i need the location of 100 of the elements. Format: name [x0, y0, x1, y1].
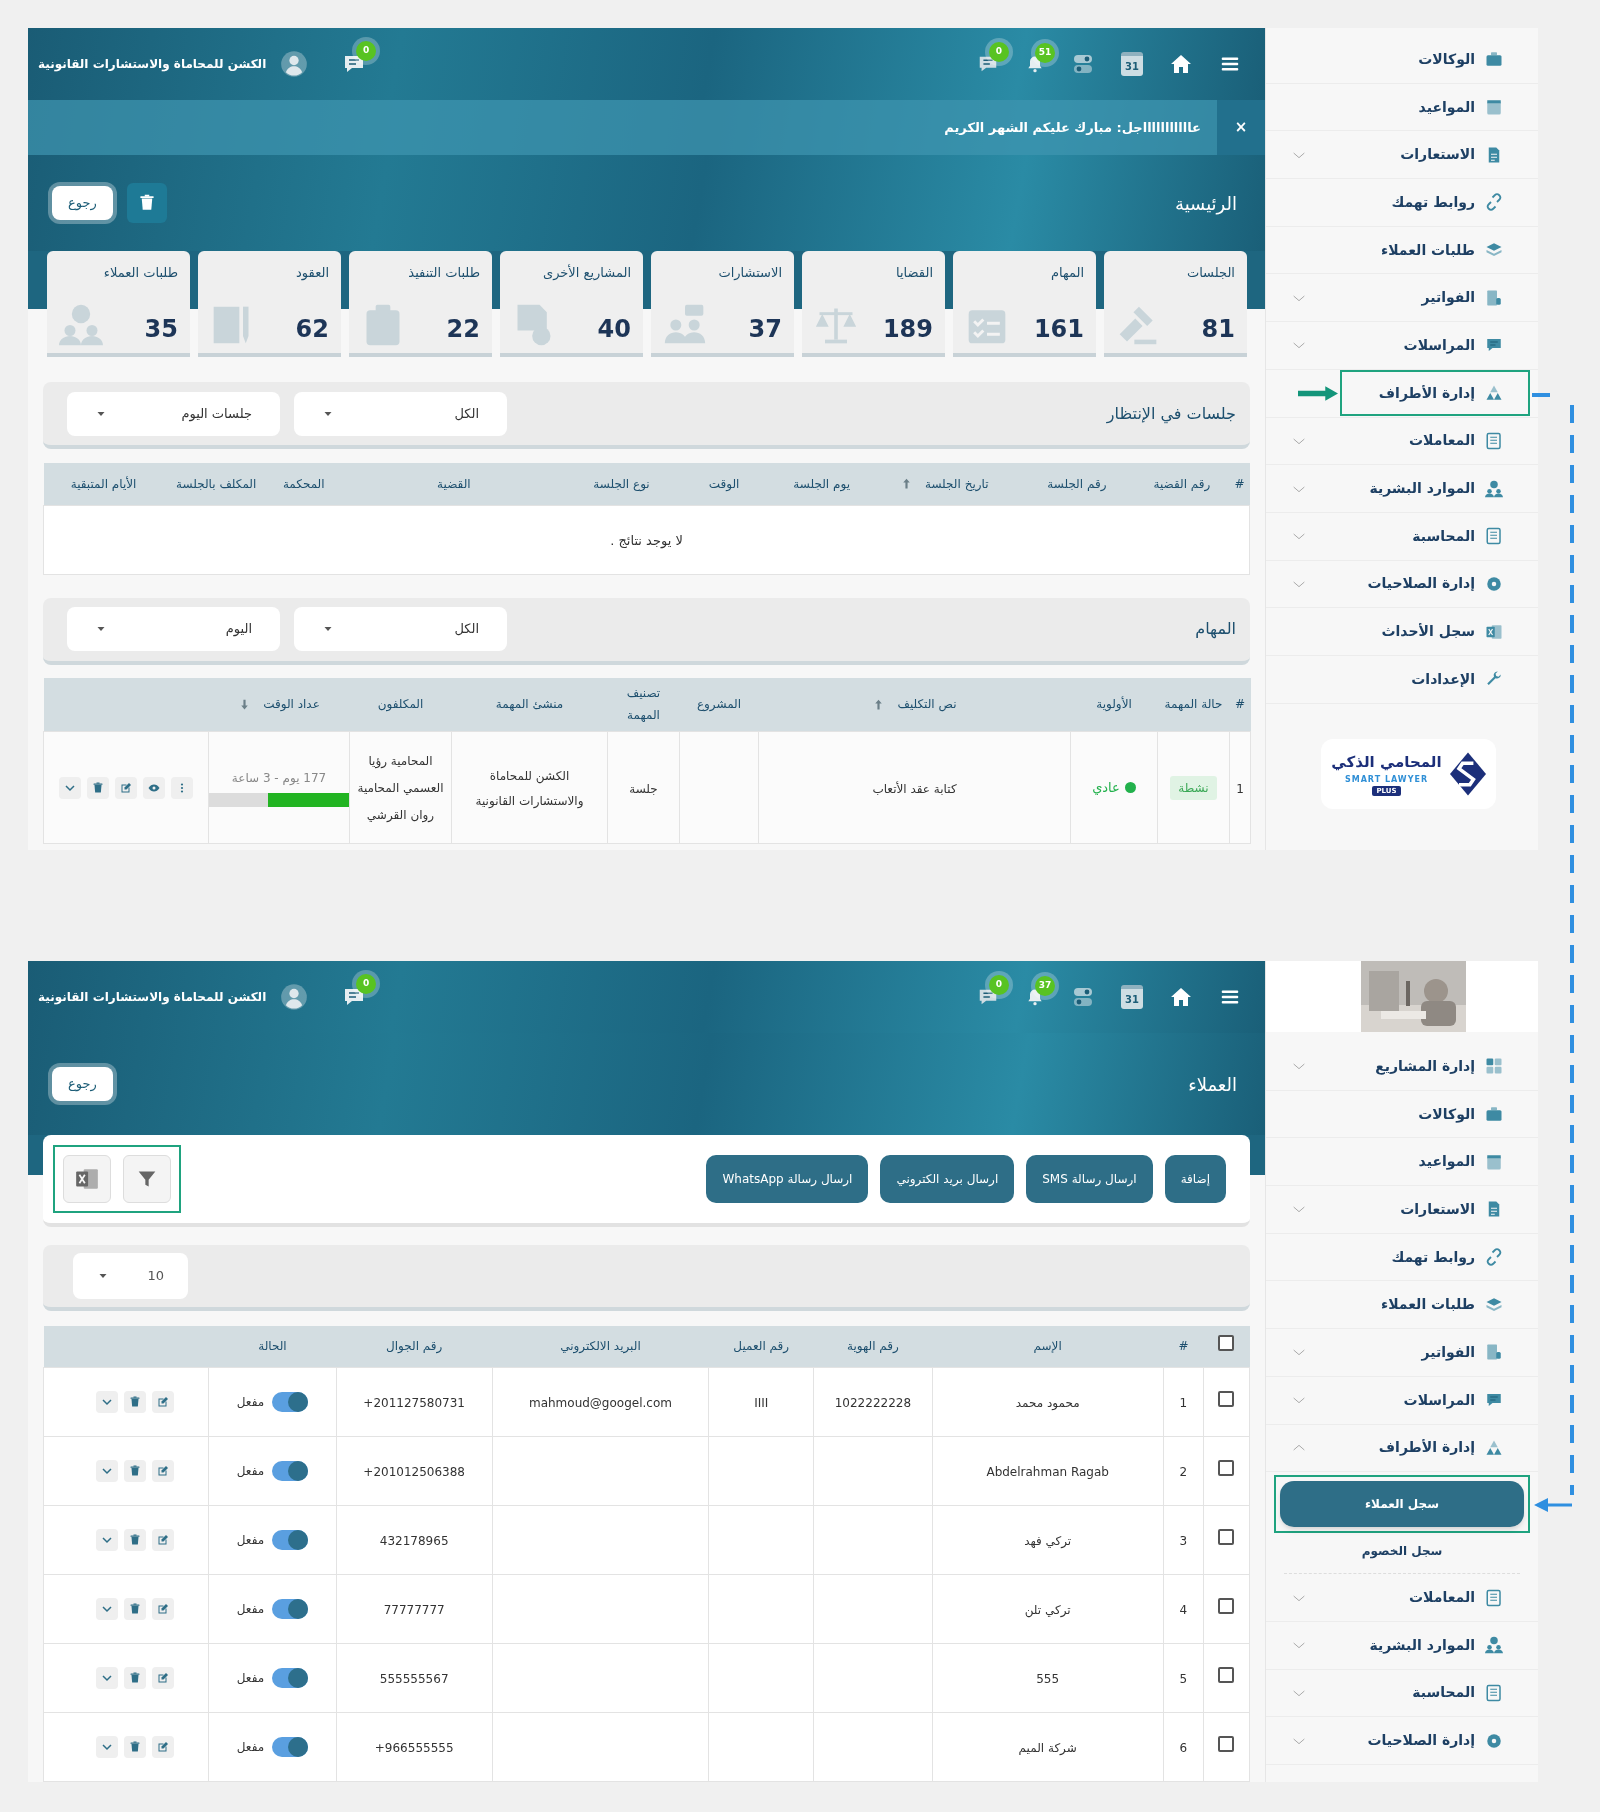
menu-row[interactable]: إدارة الصلاحيات [1266, 560, 1538, 609]
checkbox[interactable] [1218, 1528, 1235, 1545]
filter-select[interactable]: الكل [294, 607, 507, 651]
delete-button[interactable] [124, 1528, 147, 1551]
filter-select[interactable]: الكل [294, 391, 507, 436]
menu-row[interactable]: الوكالات [1266, 36, 1538, 84]
toggle-icon[interactable] [1071, 52, 1095, 76]
column-header[interactable]: المحكمة [268, 463, 339, 505]
sidebar-item[interactable]: المعاملات [1409, 1587, 1530, 1609]
column-header[interactable]: تاريخ الجلسة [869, 463, 1020, 505]
sidebar-item[interactable]: المعاملات [1409, 430, 1530, 452]
menu-row[interactable]: المحاسبة [1266, 512, 1538, 561]
sidebar-item[interactable]: الموارد البشرية [1369, 478, 1530, 500]
edit-button[interactable] [152, 1459, 175, 1482]
checkbox[interactable] [1218, 1459, 1235, 1476]
sidebar-item[interactable]: إدارة الأطراف [1378, 1437, 1530, 1459]
column-header[interactable]: رقم الجوال [336, 1326, 493, 1367]
delete-button[interactable] [126, 183, 167, 223]
action-button[interactable]: ارسال رسالة WhatsApp [706, 1155, 869, 1203]
toggle-switch[interactable] [272, 1736, 309, 1757]
checkbox[interactable] [1218, 1666, 1235, 1683]
column-header[interactable]: القضية [338, 463, 569, 505]
column-header[interactable]: المشروع [679, 677, 759, 732]
action-button[interactable]: ارسال رسالة SMS [1026, 1155, 1153, 1203]
column-header[interactable]: الأيام المتبقية [43, 463, 164, 505]
sidebar-item[interactable]: إدارة الأطراف [1340, 370, 1530, 417]
view-button[interactable] [143, 776, 165, 799]
column-header[interactable]: الأولوية [1070, 677, 1158, 732]
toggle-switch[interactable] [272, 1529, 309, 1550]
sidebar-item[interactable]: إدارة المشاريع [1375, 1055, 1530, 1077]
checkbox[interactable] [1218, 1335, 1235, 1352]
column-header[interactable]: رقم القضية [1134, 463, 1230, 505]
menu-row[interactable]: طلبات العملاء [1266, 1281, 1538, 1330]
filter-button[interactable] [123, 1155, 171, 1203]
avatar-icon[interactable] [280, 983, 309, 1011]
menu-row[interactable]: الفواتير [1266, 274, 1538, 323]
menu-row[interactable]: الاستعارات [1266, 131, 1538, 180]
column-header[interactable]: البريد الالكتروني [492, 1326, 709, 1367]
sidebar-item[interactable]: طلبات العملاء [1381, 239, 1530, 261]
sidebar-item[interactable]: الإعدادات [1411, 668, 1530, 690]
sidebar-item[interactable]: طلبات العملاء [1381, 1294, 1530, 1316]
export-button[interactable] [63, 1155, 111, 1203]
sidebar-item[interactable]: المواعيد [1418, 1151, 1530, 1173]
column-header[interactable]: نص التكليف [758, 677, 1071, 732]
delete-button[interactable] [124, 1459, 147, 1482]
sidebar-item[interactable]: سجل الأحداث [1381, 621, 1530, 643]
edit-button[interactable] [152, 1597, 175, 1620]
sidebar-item[interactable]: المراسلات [1403, 1389, 1530, 1411]
delete-button[interactable] [124, 1666, 147, 1689]
home-icon[interactable] [1169, 52, 1193, 76]
menu-row[interactable]: سجل الأحداث [1266, 608, 1538, 656]
checkbox[interactable] [1218, 1390, 1235, 1407]
menu-row[interactable]: إدارة الأطراف [1266, 369, 1538, 418]
column-header[interactable]: المكلف بالجلسة [163, 463, 269, 505]
toggle-icon[interactable] [1071, 985, 1095, 1009]
menu-row[interactable]: إدارة الأطراف [1266, 1424, 1538, 1473]
column-header[interactable]: # [1229, 677, 1251, 732]
column-header[interactable]: عداد الوقت [208, 677, 350, 732]
sidebar-item[interactable]: الاستعارات [1400, 144, 1530, 166]
menu-row[interactable]: المحاسبة [1266, 1669, 1538, 1718]
toggle-switch[interactable] [272, 1667, 309, 1688]
menu-row[interactable]: الوكالات [1266, 1090, 1538, 1139]
sidebar-item[interactable]: إدارة الصلاحيات [1367, 573, 1530, 595]
sidebar-item[interactable]: المحاسبة [1412, 525, 1530, 547]
menu-row[interactable]: المواعيد [1266, 83, 1538, 132]
page-size-select[interactable]: 10 [73, 1253, 188, 1299]
filter-select[interactable]: جلسات اليوم [67, 391, 280, 436]
edit-button[interactable] [152, 1735, 175, 1758]
menu-row[interactable]: روابط تهمك [1266, 179, 1538, 227]
menu-row[interactable]: الاستعارات [1266, 1186, 1538, 1234]
menu-row[interactable]: طلبات العملاء [1266, 226, 1538, 275]
checkbox[interactable] [1218, 1735, 1235, 1752]
column-header[interactable]: يوم الجلسة [774, 463, 870, 505]
toggle-switch[interactable] [272, 1460, 309, 1481]
toggle-switch[interactable] [272, 1391, 309, 1412]
menu-row[interactable]: الموارد البشرية [1266, 1621, 1538, 1670]
edit-button[interactable] [152, 1390, 175, 1413]
menu-row[interactable]: الفواتير [1266, 1329, 1538, 1377]
column-header[interactable]: # [1229, 463, 1250, 505]
action-button[interactable]: إضافة [1164, 1155, 1226, 1203]
column-header[interactable]: نوع الجلسة [568, 463, 675, 505]
calendar-button[interactable]: 31 [1121, 52, 1143, 76]
edit-button[interactable] [115, 776, 137, 799]
checkbox[interactable] [1218, 1597, 1235, 1614]
sidebar-item[interactable]: المواعيد [1418, 96, 1530, 118]
menu-row[interactable]: المراسلات [1266, 1376, 1538, 1425]
column-header[interactable]: رقم العميل [708, 1326, 814, 1367]
avatar-icon[interactable] [280, 50, 309, 78]
delete-button[interactable] [124, 1390, 147, 1413]
column-header[interactable]: حالة المهمة [1157, 677, 1230, 732]
sidebar-item[interactable]: إدارة الصلاحيات [1367, 1730, 1530, 1752]
menu-row[interactable]: المواعيد [1266, 1138, 1538, 1187]
sidebar-item[interactable]: المحاسبة [1412, 1682, 1530, 1704]
home-icon[interactable] [1169, 985, 1193, 1009]
menu-row[interactable]: الموارد البشرية [1266, 465, 1538, 513]
edit-button[interactable] [152, 1528, 175, 1551]
sidebar-item[interactable]: الوكالات [1418, 1103, 1530, 1125]
toggle-switch[interactable] [272, 1598, 309, 1619]
calendar-button[interactable]: 31 [1121, 985, 1143, 1009]
submenu-item[interactable]: سجل الخصوم [1278, 1533, 1526, 1570]
